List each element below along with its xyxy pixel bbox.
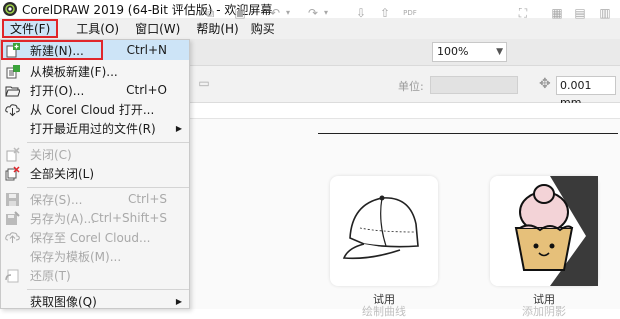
menu-item-save[interactable]: 保存(S)... Ctrl+S bbox=[1, 189, 189, 209]
tile-try-curves[interactable] bbox=[330, 176, 438, 286]
cupcake-illustration bbox=[490, 176, 598, 286]
tile-subtitle: 添加阴影 bbox=[522, 305, 566, 318]
menu-window[interactable]: 窗口(W) bbox=[129, 19, 186, 38]
menu-buy[interactable]: 购买 bbox=[245, 19, 281, 38]
tile-subtitle: 绘制曲线 bbox=[362, 305, 406, 318]
menu-item-acquire-image[interactable]: 获取图像(Q) ▶ bbox=[1, 291, 189, 311]
paste-icon[interactable]: ▣ bbox=[233, 6, 247, 20]
revert-icon bbox=[5, 269, 19, 283]
cloud-download-icon bbox=[5, 104, 20, 117]
close-all-icon bbox=[5, 166, 20, 181]
page-size-icon[interactable]: ▭ bbox=[197, 76, 211, 90]
show-rulers-icon[interactable]: ▦ bbox=[550, 6, 564, 20]
cap-illustration bbox=[342, 195, 419, 260]
snap-to-icon[interactable]: ▥ bbox=[598, 6, 612, 20]
file-menu-dropdown: 新建(N)... Ctrl+N 从模板新建(F)... 打开(O)... Ctr… bbox=[0, 39, 190, 309]
redo-dropdown-icon[interactable]: ▾ bbox=[319, 6, 333, 20]
export-icon[interactable]: ⇧ bbox=[378, 6, 392, 20]
menu-separator bbox=[27, 289, 189, 290]
menu-item-new[interactable]: 新建(N)... Ctrl+N bbox=[1, 40, 189, 60]
copy-icon[interactable]: ⧉ bbox=[203, 6, 217, 20]
menu-item-save-as-template[interactable]: 保存为模板(M)... bbox=[1, 246, 189, 266]
nudge-distance-input[interactable]: 0.001 mm bbox=[556, 76, 616, 109]
menu-item-open-cloud[interactable]: 从 Corel Cloud 打开... bbox=[1, 99, 189, 119]
menu-item-open-recent[interactable]: 打开最近用过的文件(R) ▶ bbox=[1, 118, 189, 138]
menu-item-save-as[interactable]: 另存为(A)... Ctrl+Shift+S bbox=[1, 208, 189, 228]
cloud-upload-icon bbox=[5, 232, 20, 243]
menu-item-save-cloud[interactable]: 保存至 Corel Cloud... bbox=[1, 227, 189, 247]
menu-tools[interactable]: 工具(O) bbox=[70, 19, 125, 38]
menu-file[interactable]: 文件(F) bbox=[2, 19, 59, 38]
menu-item-new-from-template[interactable]: 从模板新建(F)... bbox=[1, 61, 189, 81]
submenu-arrow-icon: ▶ bbox=[175, 296, 182, 306]
publish-pdf-icon[interactable]: PDF bbox=[401, 6, 419, 20]
undo-dropdown-icon[interactable]: ▾ bbox=[281, 6, 295, 20]
menu-help[interactable]: 帮助(H) bbox=[190, 19, 244, 38]
close-doc-icon bbox=[6, 147, 20, 162]
coreldraw-logo-icon bbox=[3, 2, 17, 16]
units-label: 单位: bbox=[398, 80, 424, 93]
submenu-arrow-icon: ▶ bbox=[175, 123, 182, 133]
zoom-value: 100% bbox=[437, 45, 469, 58]
template-icon bbox=[6, 65, 20, 79]
full-screen-icon[interactable]: ⛶ bbox=[516, 6, 530, 20]
menu-separator bbox=[27, 187, 189, 188]
save-icon bbox=[6, 193, 19, 206]
new-doc-icon bbox=[6, 43, 20, 58]
redo-icon[interactable]: ↷ bbox=[306, 6, 320, 20]
import-icon[interactable]: ⇩ bbox=[354, 6, 368, 20]
zoom-select[interactable]: 100% ▼ bbox=[432, 42, 507, 62]
menu-item-revert[interactable]: 还原(T) bbox=[1, 265, 189, 285]
chevron-down-icon: ▼ bbox=[496, 47, 503, 57]
menu-item-open[interactable]: 打开(O)... Ctrl+O bbox=[1, 80, 189, 100]
units-select[interactable] bbox=[430, 76, 518, 94]
show-grid-icon[interactable]: ▤ bbox=[573, 6, 587, 20]
menu-item-close-all[interactable]: 全部关闭(L) bbox=[1, 163, 189, 183]
divider bbox=[318, 133, 618, 134]
menu-bar: 文件(F) 工具(O) 窗口(W) 帮助(H) 购买 bbox=[0, 18, 620, 39]
nudge-icon: ✥ bbox=[539, 76, 551, 92]
folder-open-icon bbox=[5, 86, 20, 97]
undo-icon[interactable]: ↶ bbox=[268, 6, 282, 20]
menu-separator bbox=[27, 142, 189, 143]
menu-item-close[interactable]: 关闭(C) bbox=[1, 144, 189, 164]
tile-try-shadows[interactable] bbox=[490, 176, 598, 286]
save-as-icon bbox=[6, 211, 20, 225]
